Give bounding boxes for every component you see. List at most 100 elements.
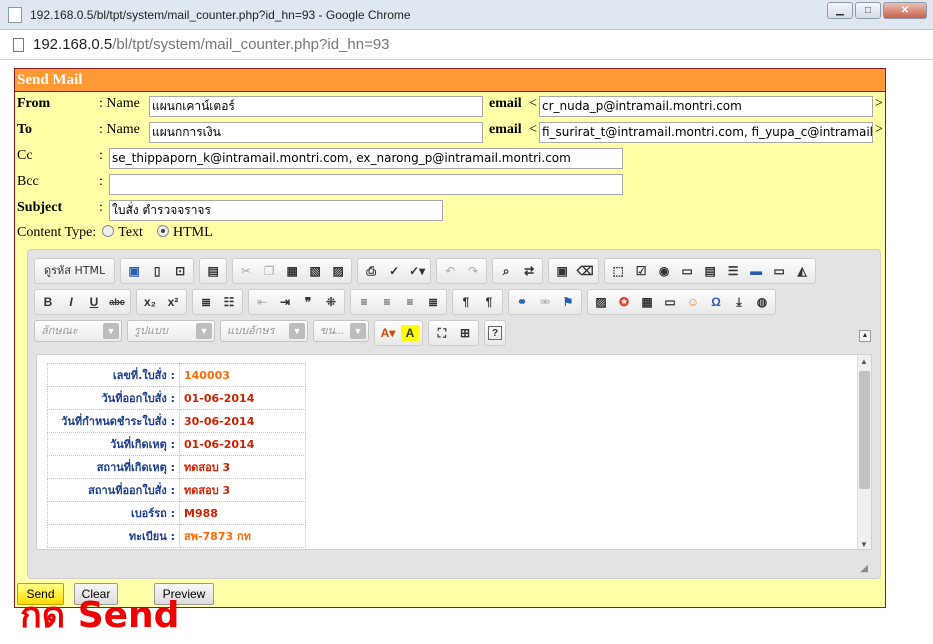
row-value: 01-06-2014 xyxy=(179,386,306,410)
scroll-down-icon[interactable]: ▼ xyxy=(860,540,868,549)
font-combo[interactable]: แบบอักษร ▼ xyxy=(220,320,308,342)
from-email-input[interactable]: cr_nuda_p@intramail.montri.com xyxy=(539,96,873,117)
to-email-label: email xyxy=(489,122,522,137)
paste-text-icon[interactable]: ▧ xyxy=(305,261,325,281)
editor-content[interactable]: เลขที่.ใบสั่ง :140003 วันที่ออกใบสั่ง :0… xyxy=(36,354,872,550)
from-email-lt: < xyxy=(529,96,537,111)
view-source-button[interactable]: ดูรหัส HTML xyxy=(38,261,111,281)
superscript-icon[interactable]: x² xyxy=(163,292,183,312)
replace-icon[interactable]: ⇄ xyxy=(519,261,539,281)
indent-icon[interactable]: ⇥ xyxy=(275,292,295,312)
bcc-label: Bcc xyxy=(17,174,39,189)
new-page-icon[interactable]: ▯ xyxy=(147,261,167,281)
spellcheck-icon[interactable]: ✓ xyxy=(384,261,404,281)
maximize-button[interactable]: □ xyxy=(855,2,881,19)
show-blocks-icon[interactable]: ⊞ xyxy=(455,323,475,343)
subject-input[interactable]: ใบสั่ง ตำรวจจราจร xyxy=(109,200,443,221)
bold-icon[interactable]: B xyxy=(38,292,58,312)
cc-colon: : xyxy=(99,148,103,163)
print-icon[interactable]: ⎙ xyxy=(361,261,381,281)
rtl-icon[interactable]: ¶ xyxy=(479,292,499,312)
form-icon[interactable]: ⬚ xyxy=(608,261,628,281)
editor-scrollbar[interactable]: ▲ ▼ xyxy=(857,355,871,549)
link-icon[interactable]: ⚭ xyxy=(512,292,532,312)
ltr-icon[interactable]: ¶ xyxy=(456,292,476,312)
numbered-list-icon[interactable]: ≣ xyxy=(196,292,216,312)
align-center-icon[interactable]: ≡ xyxy=(377,292,397,312)
smiley-icon[interactable]: ☺ xyxy=(683,292,703,312)
italic-icon[interactable]: I xyxy=(61,292,81,312)
text-color-icon[interactable]: A▾ xyxy=(378,323,398,343)
paste-icon[interactable]: ▦ xyxy=(282,261,302,281)
underline-icon[interactable]: U xyxy=(84,292,104,312)
blockquote-icon[interactable]: ❞ xyxy=(298,292,318,312)
radio-text[interactable] xyxy=(102,225,115,237)
radio-html[interactable] xyxy=(156,225,169,237)
spellcheck-menu-icon[interactable]: ✓▾ xyxy=(407,261,427,281)
subscript-icon[interactable]: x₂ xyxy=(140,292,160,312)
cc-label: Cc xyxy=(17,148,33,163)
cc-input[interactable]: se_thippaporn_k@intramail.montri.com, ex… xyxy=(109,148,623,169)
address-bar[interactable]: 192.168.0.5/bl/tpt/system/mail_counter.p… xyxy=(0,30,933,60)
radio-icon[interactable]: ◉ xyxy=(654,261,674,281)
maximize-icon[interactable]: ⛶ xyxy=(432,323,452,343)
form-header: Send Mail xyxy=(15,69,885,92)
unlink-icon[interactable]: ⚮ xyxy=(535,292,555,312)
scroll-up-icon[interactable]: ▲ xyxy=(860,357,868,366)
undo-icon[interactable]: ↶ xyxy=(440,261,460,281)
copy-icon[interactable]: ❐ xyxy=(259,261,279,281)
rich-text-editor: ดูรหัส HTML ▣ ▯ ⊡ ▤ ✂ ❐ ▦ ▧ ▨ ⎙ ✓ ✓▾ ↶ ↷… xyxy=(27,249,881,579)
templates-group: ▤ xyxy=(199,258,228,284)
templates-icon[interactable]: ▤ xyxy=(203,261,223,281)
checkbox-icon[interactable]: ☑ xyxy=(631,261,651,281)
select-icon[interactable]: ☰ xyxy=(723,261,743,281)
list-group: ≣ ☷ xyxy=(192,289,243,315)
align-right-icon[interactable]: ≡ xyxy=(400,292,420,312)
close-button[interactable]: ✕ xyxy=(883,2,927,19)
subject-label: Subject xyxy=(17,200,63,215)
table-row: เลขที่.ใบสั่ง :140003 xyxy=(47,363,306,387)
format-combo[interactable]: รูปแบบ ▼ xyxy=(127,320,215,342)
url-text[interactable]: 192.168.0.5/bl/tpt/system/mail_counter.p… xyxy=(33,36,390,53)
from-name-input[interactable]: แผนกเคาน์เตอร์ xyxy=(149,96,483,117)
align-left-icon[interactable]: ≡ xyxy=(354,292,374,312)
image-icon[interactable]: ▨ xyxy=(591,292,611,312)
flash-icon[interactable]: ✪ xyxy=(614,292,634,312)
page-break-icon[interactable]: ⤓ xyxy=(729,292,749,312)
resize-grip-icon[interactable]: ◢ xyxy=(860,563,868,574)
special-char-icon[interactable]: Ω xyxy=(706,292,726,312)
bg-color-icon[interactable]: A xyxy=(401,325,419,341)
cut-icon[interactable]: ✂ xyxy=(236,261,256,281)
image-button-icon[interactable]: ▭ xyxy=(769,261,789,281)
find-icon[interactable]: ⌕ xyxy=(496,261,516,281)
textarea-icon[interactable]: ▤ xyxy=(700,261,720,281)
hidden-field-icon[interactable]: ◭ xyxy=(792,261,812,281)
table-icon[interactable]: ▦ xyxy=(637,292,657,312)
redo-icon[interactable]: ↷ xyxy=(463,261,483,281)
bcc-input[interactable] xyxy=(109,174,623,195)
styles-combo[interactable]: ลักษณะ ▼ xyxy=(34,320,122,342)
paste-word-icon[interactable]: ▨ xyxy=(328,261,348,281)
to-email-input[interactable]: fi_surirat_t@intramail.montri.com, fi_yu… xyxy=(539,122,873,143)
help-icon[interactable]: ? xyxy=(488,326,502,340)
bulleted-list-icon[interactable]: ☷ xyxy=(219,292,239,312)
save-icon[interactable]: ▣ xyxy=(124,261,144,281)
preview-icon[interactable]: ⊡ xyxy=(170,261,190,281)
outdent-icon[interactable]: ⇤ xyxy=(252,292,272,312)
horizontal-rule-icon[interactable]: ▭ xyxy=(660,292,680,312)
strike-icon[interactable]: abc xyxy=(107,292,127,312)
iframe-icon[interactable]: ◍ xyxy=(752,292,772,312)
justify-icon[interactable]: ≣ xyxy=(423,292,443,312)
size-combo-label: ขน... xyxy=(320,325,345,337)
select-all-icon[interactable]: ▣ xyxy=(552,261,572,281)
collapse-toolbar-icon[interactable]: ▲ xyxy=(859,330,871,342)
anchor-icon[interactable]: ⚑ xyxy=(558,292,578,312)
button-icon[interactable]: ▬ xyxy=(746,261,766,281)
textfield-icon[interactable]: ▭ xyxy=(677,261,697,281)
remove-format-icon[interactable]: ⌫ xyxy=(575,261,595,281)
div-icon[interactable]: ⁜ xyxy=(321,292,341,312)
minimize-button[interactable]: ▁ xyxy=(827,2,853,19)
scrollbar-thumb[interactable] xyxy=(859,371,870,489)
to-name-input[interactable]: แผนกการเงิน xyxy=(149,122,483,143)
size-combo[interactable]: ขน... ▼ xyxy=(313,320,369,342)
